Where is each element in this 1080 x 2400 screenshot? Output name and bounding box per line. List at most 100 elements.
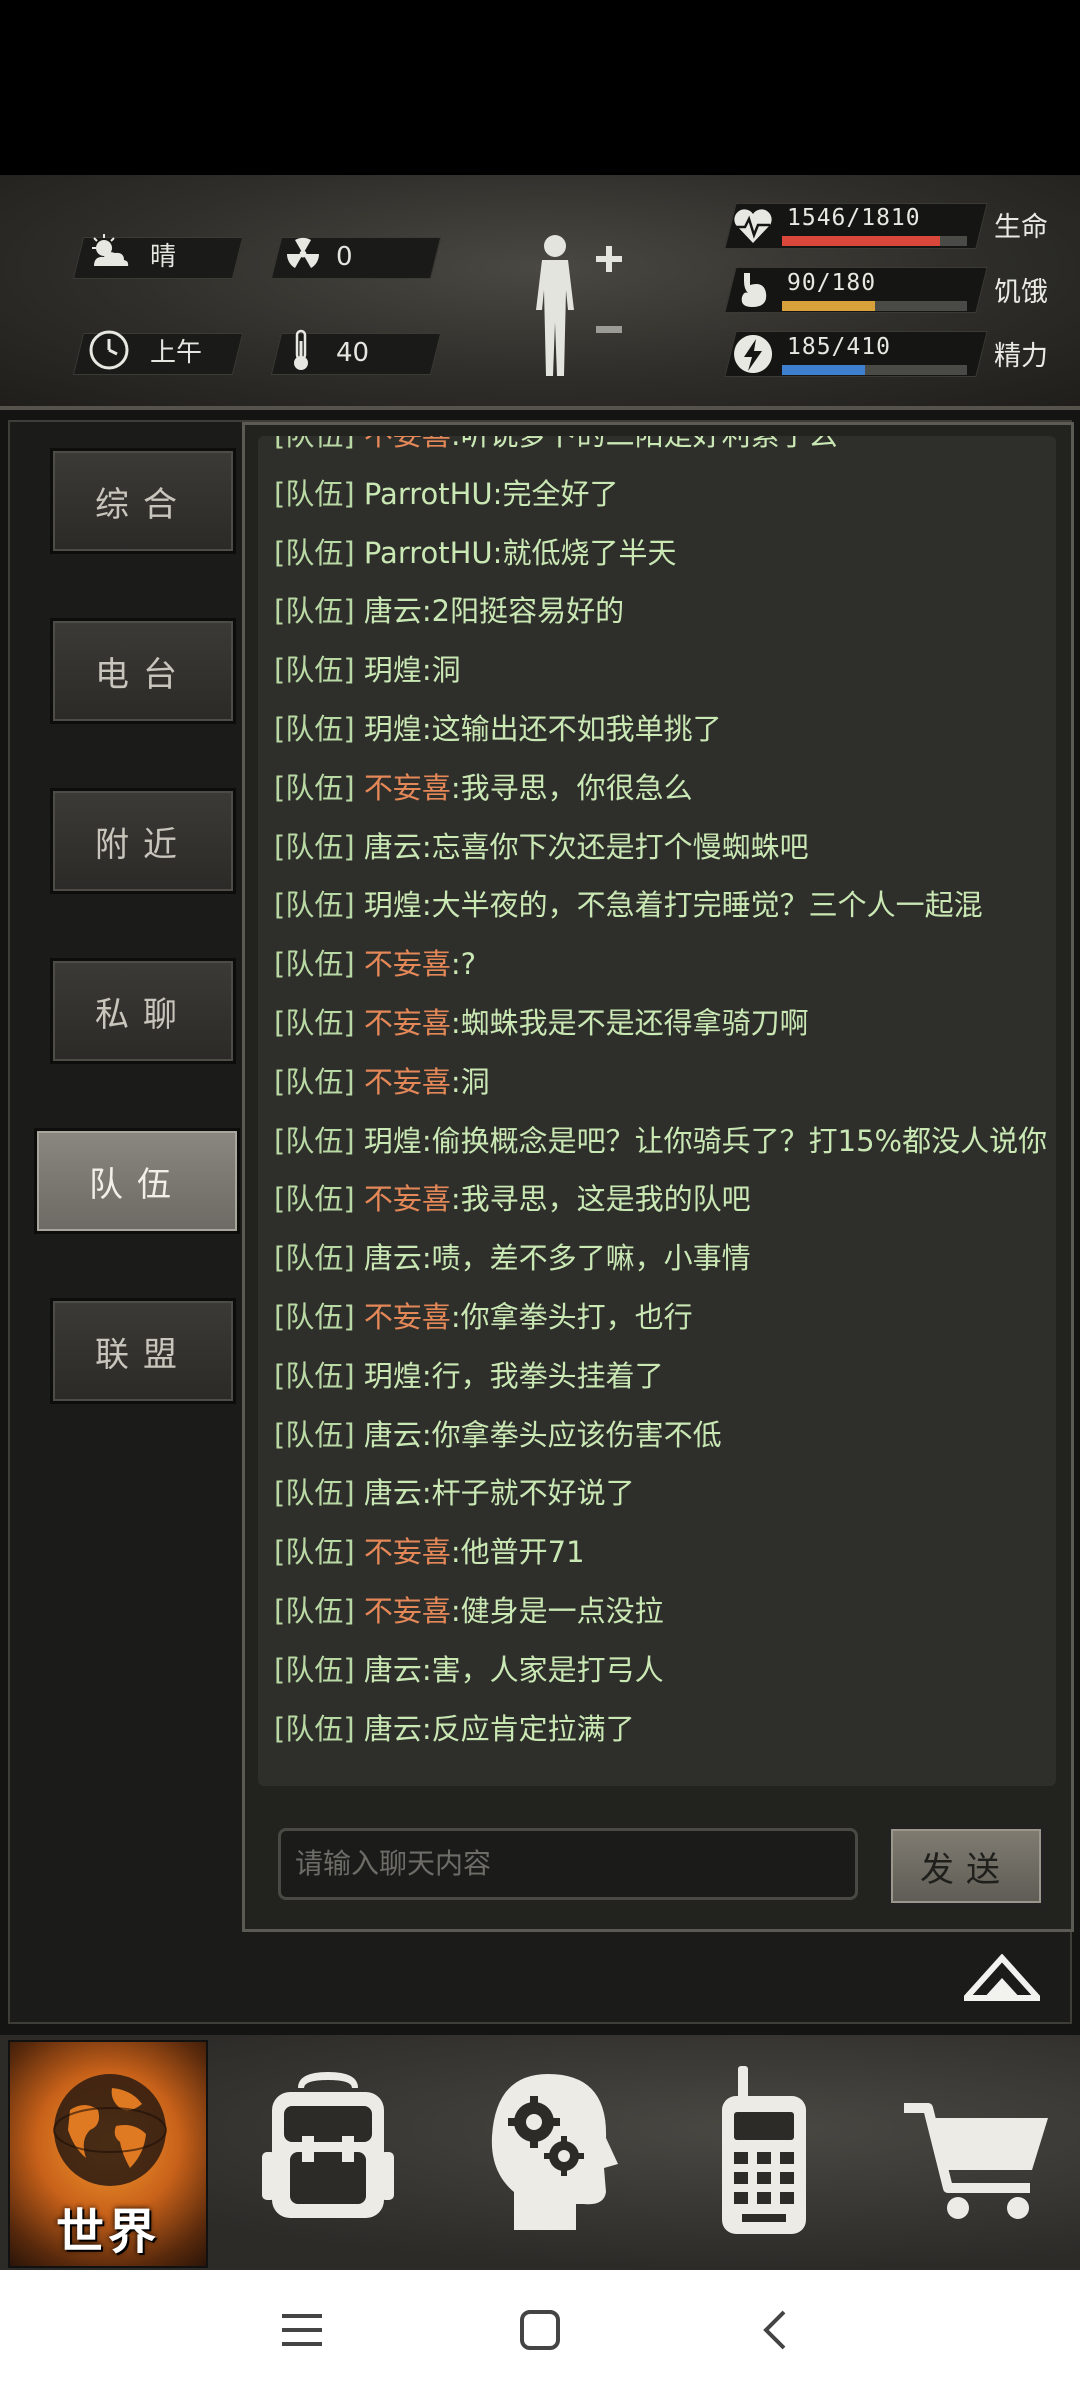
- system-nav-bar: [0, 2270, 1080, 2400]
- chat-message: [队伍] 不妄喜:听说萝卜的二阳是好利索了么: [274, 436, 838, 464]
- chat-message-list[interactable]: [队伍] 不妄喜:听说萝卜的二阳是好利索了么[队伍] ParrotHU:完全好了…: [258, 436, 1056, 1786]
- message-sender[interactable]: 玥煌: [364, 653, 422, 687]
- message-sender[interactable]: 唐云: [364, 1418, 422, 1452]
- message-text: :我寻思，你很急么: [450, 770, 693, 805]
- message-text: :听说萝卜的二阳是好利索了么: [451, 436, 838, 452]
- collapse-up-icon[interactable]: [964, 1954, 1040, 2006]
- message-channel: [队伍]: [274, 947, 355, 982]
- chat-input[interactable]: 请输入聊天内容: [278, 1828, 858, 1900]
- backpack-icon[interactable]: [248, 2060, 408, 2240]
- message-sender[interactable]: 不妄喜: [364, 436, 451, 452]
- chat-message: [队伍] 唐云:反应肯定拉满了: [274, 1700, 635, 1758]
- message-sender[interactable]: 唐云: [364, 1653, 422, 1687]
- hunger-label: 饥饿: [994, 277, 1048, 308]
- tab-radio[interactable]: 电台: [50, 618, 236, 724]
- message-text: :偷换概念是吧？让你骑兵了？打15%都没人说你: [421, 1123, 1048, 1158]
- stomach-icon: [741, 273, 767, 307]
- message-sender[interactable]: ParrotHU: [364, 477, 493, 511]
- clock-icon: [89, 330, 129, 370]
- message-text: :害，人家是打弓人: [421, 1652, 664, 1687]
- chat-message: [队伍] ParrotHU:完全好了: [274, 465, 618, 523]
- message-text: :这输出还不如我单挑了: [421, 712, 722, 746]
- life-bar: [782, 236, 967, 246]
- message-text: :2阳挺容易好的: [421, 594, 625, 629]
- message-sender[interactable]: 唐云: [364, 1241, 422, 1275]
- message-channel: [队伍]: [274, 535, 355, 570]
- message-channel: [队伍]: [274, 1300, 355, 1334]
- back-icon[interactable]: [760, 2308, 790, 2352]
- chat-message: [队伍] 玥煌:偷换概念是吧？让你骑兵了？打15%都没人说你: [274, 1112, 1047, 1170]
- message-text: :行，我拳头挂着了: [421, 1358, 664, 1393]
- chat-message: [队伍] 不妄喜:我寻思，你很急么: [274, 759, 693, 817]
- message-sender[interactable]: ParrotHU: [364, 536, 493, 570]
- chat-message: [队伍] 唐云:你拿拳头应该伤害不低: [274, 1406, 722, 1464]
- status-header: 晴 0 上午 40 1546/1810 生命 90/180 饥饿 185/410…: [0, 175, 1080, 410]
- shopping-cart-icon[interactable]: [898, 2060, 1058, 2240]
- message-channel: [队伍]: [274, 1358, 355, 1393]
- message-channel: [队伍]: [274, 436, 355, 452]
- send-button[interactable]: 发送: [888, 1826, 1044, 1906]
- message-channel: [队伍]: [274, 1182, 355, 1217]
- message-sender[interactable]: 不妄喜: [364, 947, 451, 981]
- message-sender[interactable]: 唐云: [364, 830, 422, 864]
- message-sender[interactable]: 玥煌: [364, 888, 422, 922]
- message-channel: [队伍]: [274, 653, 355, 688]
- message-channel: [队伍]: [274, 1006, 355, 1040]
- message-sender[interactable]: 唐云: [364, 594, 422, 628]
- temperature-value: 40: [336, 338, 370, 368]
- message-sender[interactable]: 唐云: [364, 1476, 422, 1510]
- thermometer-icon: [294, 329, 308, 370]
- message-text: :你拿拳头应该伤害不低: [421, 1417, 722, 1452]
- chat-message: [队伍] 不妄喜:他普开71: [274, 1523, 585, 1581]
- life-value: 1546/1810: [787, 205, 921, 231]
- body-status-icon[interactable]: [520, 230, 630, 380]
- message-text: :就低烧了半天: [492, 535, 677, 570]
- tab-general[interactable]: 综合: [50, 448, 236, 554]
- message-channel: [队伍]: [274, 1417, 355, 1452]
- message-sender[interactable]: 不妄喜: [364, 1594, 451, 1628]
- chat-message: [队伍] 玥煌:大半夜的，不急着打完睡觉？三个人一起混: [274, 876, 983, 934]
- home-icon[interactable]: [518, 2308, 562, 2352]
- message-sender[interactable]: 玥煌: [364, 1124, 422, 1158]
- message-sender[interactable]: 不妄喜: [364, 1535, 451, 1569]
- radiation-value: 0: [336, 242, 353, 272]
- energy-bar-fill: [782, 365, 866, 375]
- tab-private[interactable]: 私聊: [50, 958, 236, 1064]
- message-sender[interactable]: 不妄喜: [364, 1300, 451, 1334]
- skills-head-icon[interactable]: [468, 2060, 628, 2240]
- message-channel: [队伍]: [274, 1241, 355, 1276]
- tab-label: 附近: [95, 824, 191, 865]
- hunger-bar: [782, 301, 967, 311]
- life-label: 生命: [994, 212, 1048, 243]
- tab-label: 私聊: [95, 994, 191, 1035]
- message-sender[interactable]: 不妄喜: [364, 1065, 451, 1099]
- message-channel: [队伍]: [274, 1652, 355, 1687]
- message-text: :反应肯定拉满了: [421, 1711, 635, 1746]
- tab-team[interactable]: 队伍: [34, 1128, 240, 1234]
- energy-value: 185/410: [787, 334, 891, 360]
- radiation-icon: [286, 237, 320, 268]
- menu-icon[interactable]: [280, 2310, 324, 2350]
- message-text: :?: [450, 947, 477, 982]
- radio-phone-icon[interactable]: [684, 2060, 844, 2240]
- time-of-day-value: 上午: [150, 338, 203, 368]
- message-channel: [队伍]: [274, 476, 355, 511]
- nav-world-button[interactable]: 世界: [8, 2040, 208, 2268]
- message-channel: [队伍]: [274, 1711, 355, 1746]
- message-sender[interactable]: 玥煌: [364, 1359, 422, 1393]
- message-channel: [队伍]: [274, 1594, 355, 1628]
- message-sender[interactable]: 不妄喜: [364, 1006, 451, 1040]
- message-sender[interactable]: 玥煌: [364, 712, 422, 746]
- tab-alliance[interactable]: 联盟: [50, 1298, 236, 1404]
- message-text: :大半夜的，不急着打完睡觉？三个人一起混: [421, 888, 983, 923]
- chat-message: [队伍] 唐云:杆子就不好说了: [274, 1464, 635, 1522]
- message-channel: [队伍]: [274, 712, 355, 746]
- message-channel: [队伍]: [274, 1123, 355, 1158]
- tab-nearby[interactable]: 附近: [50, 788, 236, 894]
- nav-world-label: 世界: [55, 2204, 160, 2260]
- message-text: :蜘蛛我是不是还得拿骑刀啊: [450, 1006, 809, 1040]
- message-sender[interactable]: 唐云: [364, 1712, 422, 1746]
- message-sender[interactable]: 不妄喜: [364, 771, 451, 805]
- energy-bolt-icon: [734, 335, 773, 373]
- message-sender[interactable]: 不妄喜: [364, 1182, 451, 1216]
